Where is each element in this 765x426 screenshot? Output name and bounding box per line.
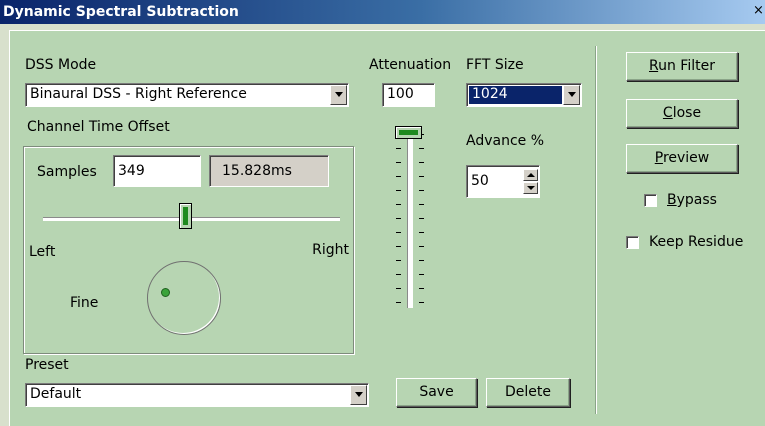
slider-tick (419, 260, 424, 261)
fine-label: Fine (70, 295, 99, 311)
slider-tick (396, 302, 401, 303)
advance-label: Advance % (466, 133, 545, 149)
fft-size-label: FFT Size (466, 57, 524, 73)
preset-dropdown-arrow-icon[interactable] (350, 385, 367, 405)
dss-mode-dropdown-arrow-icon[interactable] (330, 85, 347, 105)
time-offset-slider-thumb[interactable] (179, 203, 192, 229)
slider-tick (396, 288, 401, 289)
spin-up-icon[interactable] (523, 169, 538, 181)
fft-size-dropdown-arrow-icon[interactable] (563, 85, 580, 105)
preset-dropdown[interactable]: Default (25, 383, 369, 407)
run-filter-button[interactable]: Run Filter (626, 52, 738, 81)
close-window-button[interactable]: × (753, 0, 765, 24)
advance-spinner[interactable]: 50 (466, 165, 540, 198)
slider-tick (396, 162, 401, 163)
slider-tick (396, 232, 401, 233)
slider-tick (396, 246, 401, 247)
delete-button[interactable]: Delete (486, 378, 570, 407)
slider-tick (396, 148, 401, 149)
slider-tick (396, 190, 401, 191)
attenuation-label: Attenuation (369, 57, 452, 73)
bypass-label: Bypass (667, 192, 717, 208)
slider-tick (419, 288, 424, 289)
samples-input[interactable]: 349 (113, 155, 201, 187)
channel-time-offset-group: Samples 349 15.828ms Left Right Fine (23, 146, 354, 354)
dss-mode-label: DSS Mode (25, 57, 97, 73)
keep-residue-label: Keep Residue (649, 234, 744, 250)
slider-tick (419, 204, 424, 205)
close-button[interactable]: Close (626, 99, 738, 128)
fft-size-value: 1024 (469, 86, 562, 104)
right-label: Right (312, 242, 349, 258)
attenuation-input[interactable]: 100 (382, 83, 435, 107)
slider-tick (396, 218, 401, 219)
slider-tick (419, 274, 424, 275)
slider-tick (419, 246, 424, 247)
dss-dialog: DSS Mode Binaural DSS - Right Reference … (9, 30, 765, 426)
window-title: Dynamic Spectral Subtraction (3, 4, 239, 20)
slider-tick (396, 274, 401, 275)
dss-mode-value: Binaural DSS - Right Reference (30, 86, 247, 102)
slider-tick (419, 218, 424, 219)
slider-tick (396, 176, 401, 177)
slider-tick (419, 176, 424, 177)
vertical-divider (595, 46, 596, 414)
attenuation-slider-thumb[interactable] (395, 126, 422, 139)
channel-time-offset-label: Channel Time Offset (27, 119, 170, 135)
keep-residue-checkbox[interactable] (626, 236, 639, 249)
save-button[interactable]: Save (396, 378, 477, 407)
left-label: Left (29, 244, 56, 260)
slider-tick (396, 204, 401, 205)
preset-label: Preset (25, 357, 69, 373)
slider-tick (419, 302, 424, 303)
slider-tick (419, 148, 424, 149)
slider-tick (419, 232, 424, 233)
spin-down-icon[interactable] (523, 182, 538, 194)
slider-tick (396, 260, 401, 261)
samples-label: Samples (37, 164, 97, 180)
bypass-checkbox[interactable] (644, 194, 657, 207)
fft-size-dropdown[interactable]: 1024 (466, 83, 582, 107)
preview-button[interactable]: Preview (626, 144, 738, 173)
ms-readout: 15.828ms (209, 155, 329, 187)
attenuation-slider-track[interactable] (407, 134, 413, 308)
slider-tick (419, 190, 424, 191)
dss-mode-dropdown[interactable]: Binaural DSS - Right Reference (25, 83, 349, 107)
preset-value: Default (30, 386, 82, 402)
fine-knob[interactable] (147, 261, 221, 335)
title-bar: Dynamic Spectral Subtraction × (0, 0, 765, 24)
slider-tick (419, 162, 424, 163)
